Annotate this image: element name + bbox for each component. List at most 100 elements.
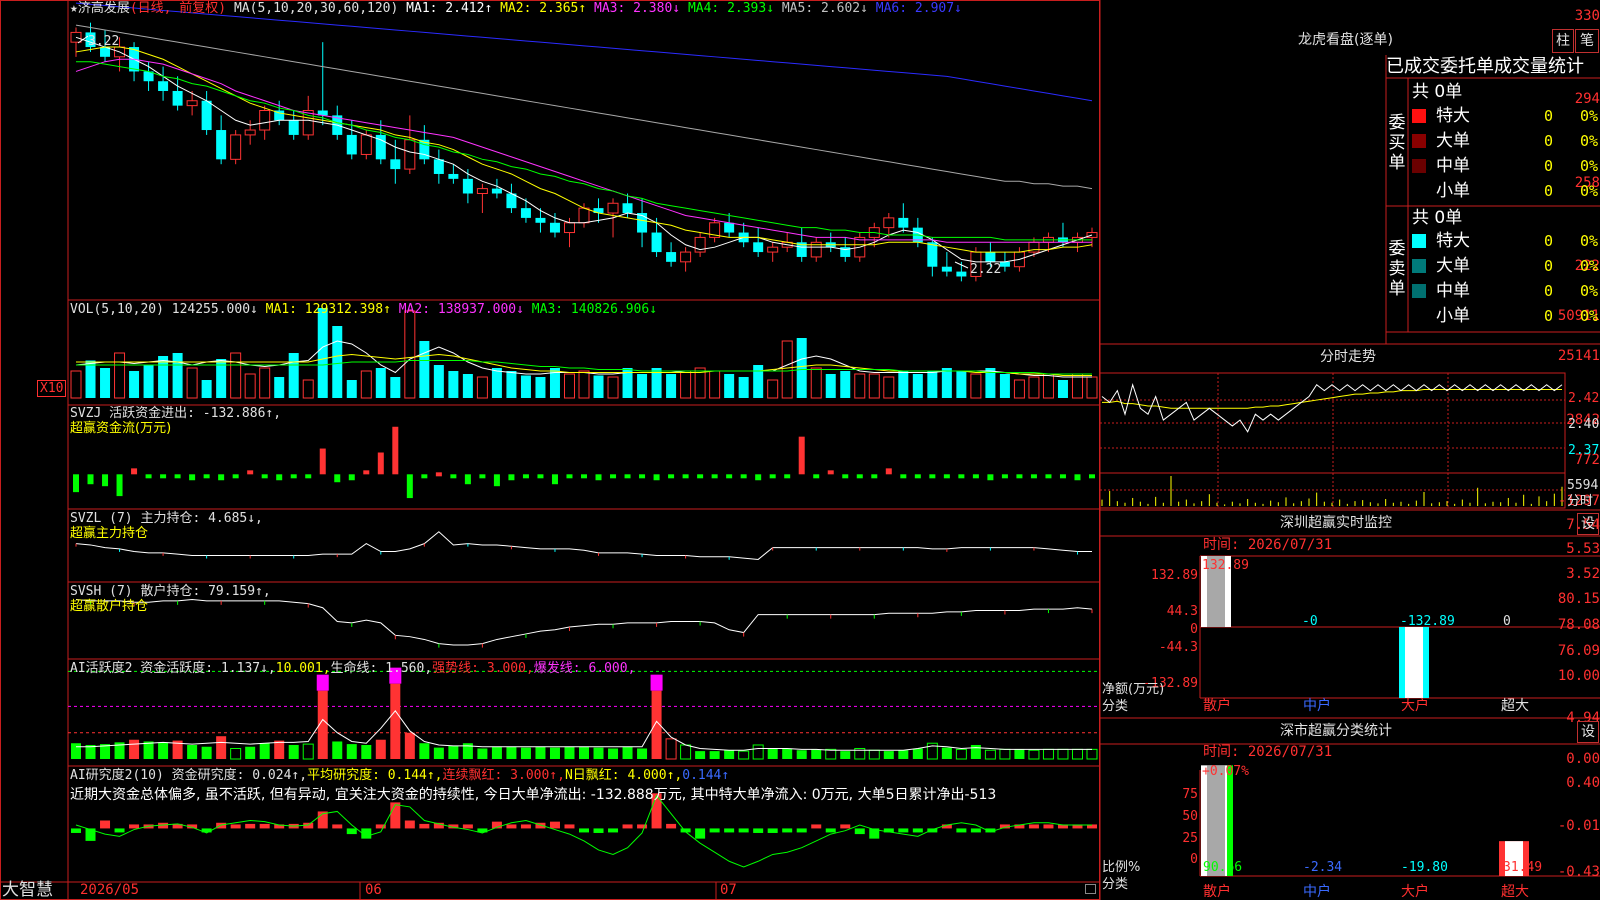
volume-bar: [520, 375, 531, 398]
volume-bar: [404, 310, 416, 399]
classify-ytick: 25: [1182, 831, 1198, 846]
fund-flow-bar: [508, 474, 515, 481]
volume-bar: [274, 377, 285, 398]
lock-icon[interactable]: [1085, 884, 1096, 894]
fund-flow-bar: [1001, 474, 1008, 479]
candle-body: [651, 232, 662, 253]
volume-bar: [70, 370, 82, 399]
volume-bar: [666, 374, 677, 398]
volume-bar: [448, 371, 459, 398]
fund-flow-bar: [87, 474, 94, 485]
research-bar: [970, 828, 981, 833]
candle-body: [448, 173, 459, 179]
research-bar: [579, 828, 589, 833]
order-row-label: 中单: [1436, 156, 1470, 176]
volume-bar: [85, 360, 96, 398]
activity-bar: [709, 751, 720, 759]
fund-flow-bar: [856, 474, 863, 479]
tick-mode-button[interactable]: 笔: [1575, 29, 1599, 53]
vol-unit-badge: X10: [37, 380, 67, 397]
activity-bar: [143, 741, 154, 759]
order-row-label: 特大: [1436, 106, 1470, 126]
volume-bar: [724, 374, 735, 398]
fund-flow-bar: [551, 474, 558, 485]
candle-body: [186, 100, 198, 107]
volume-bar: [244, 373, 256, 399]
volume-bar: [259, 367, 271, 399]
fund-flow-bar: [813, 474, 820, 479]
sell-total: 共 0单: [1412, 208, 1463, 228]
order-row-label: 中单: [1436, 281, 1470, 301]
candle-body: [563, 222, 575, 234]
fund-flow-bar: [145, 474, 152, 479]
volume-bar: [767, 379, 779, 399]
fund-flow-bar: [610, 474, 617, 479]
activity-bar: [274, 740, 285, 759]
fund-flow-bar: [755, 474, 762, 481]
activity-bar: [375, 739, 386, 759]
monitor-cat: 中户: [1303, 698, 1331, 714]
research-bar: [956, 828, 967, 833]
volume-bar: [491, 368, 502, 398]
order-row-count: 0: [1544, 132, 1554, 150]
classify-ytick: 0: [1190, 852, 1198, 867]
activity-bar: [840, 751, 851, 759]
bar-mode-button[interactable]: 柱: [1552, 29, 1574, 53]
monitor-ytick: 132.89: [1151, 568, 1198, 583]
activity-bar: [811, 749, 822, 759]
svzl-label: SVZL (7) 主力持仓: 4.685↓,: [70, 511, 263, 526]
date-label: 07: [720, 882, 737, 898]
ai1-label: AI活跃度2 资金活跃度: 1.137↓,: [70, 661, 276, 676]
fund-flow-bar: [740, 474, 747, 479]
order-row: 大单 0 0%: [1412, 256, 1600, 278]
activity-bar: [549, 747, 560, 759]
monitor-settings-button[interactable]: 设: [1577, 513, 1599, 535]
volume-bar: [114, 352, 126, 399]
ai1-ytick: 10.00: [1557, 668, 1600, 684]
order-row-label: 大单: [1436, 256, 1470, 276]
volume-bar: [433, 365, 444, 398]
volume-bar: [593, 375, 604, 398]
candle-body: [622, 203, 633, 214]
activity-bar: [970, 744, 981, 759]
kline-mode[interactable]: (日线, 前复权): [130, 1, 226, 16]
volume-bar: [317, 308, 328, 398]
research-bar: [666, 823, 677, 829]
fund-flow-bar: [290, 474, 297, 479]
fund-flow-bar: [871, 474, 878, 479]
fund-flow-bar: [406, 474, 413, 499]
ai2-ytick: 0.40: [1566, 775, 1600, 791]
candle-body: [404, 139, 416, 170]
volume-bar: [607, 376, 619, 399]
svzl-ytick: 5.53: [1566, 541, 1600, 557]
order-row-count: 0: [1544, 307, 1554, 325]
research-bar: [71, 828, 81, 833]
vol-ma1: MA1: 129312.398↑: [265, 302, 391, 317]
stock-title[interactable]: ★济高发展: [70, 1, 130, 16]
research-bar: [549, 821, 560, 829]
classify-settings-button[interactable]: 设: [1577, 721, 1599, 743]
activity-bar: [622, 746, 633, 759]
candle-body: [360, 134, 372, 155]
activity-bar: [1028, 749, 1040, 760]
svsh-sub: 超赢散户持仓: [70, 599, 149, 614]
vol-value: 124255.000↓: [171, 302, 258, 317]
ma-line-ma6: [75, 2, 1093, 102]
brand-logo[interactable]: 大智慧: [2, 880, 53, 900]
activity-bar: [433, 747, 444, 759]
candle-body: [999, 261, 1010, 267]
activity-bar: [999, 748, 1011, 760]
volume-bar: [506, 371, 517, 398]
max-price-label: 3.22: [88, 34, 120, 49]
fund-flow-bar: [261, 474, 268, 479]
candle-body: [390, 159, 401, 170]
volume-bar: [143, 365, 154, 398]
fund-flow-bar: [464, 474, 471, 485]
volume-bar: [563, 373, 575, 399]
fund-flow-bar: [348, 474, 355, 481]
fund-flow-bar: [232, 474, 239, 479]
activity-bar: [1042, 748, 1054, 760]
svsh-label: SVSH (7) 散户持仓: 79.159↑,: [70, 584, 271, 599]
fund-flow-bar: [363, 470, 370, 475]
fund-flow-bar: [784, 474, 791, 479]
